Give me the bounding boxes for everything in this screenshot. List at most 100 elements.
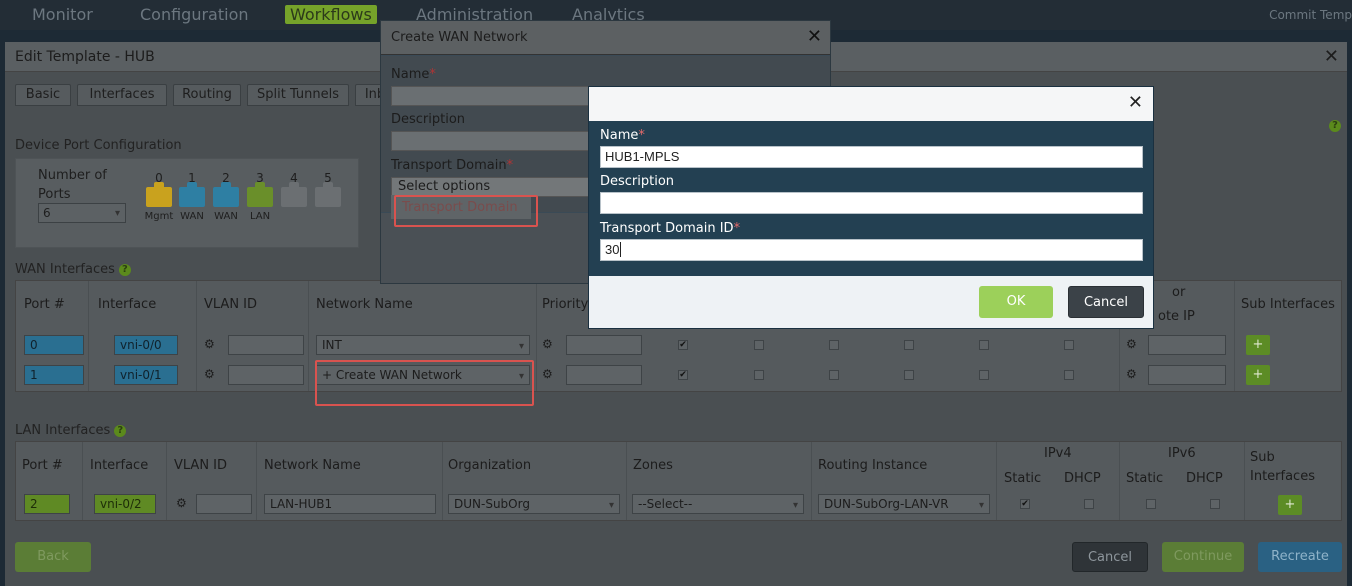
close-icon[interactable]: ✕ — [1324, 46, 1339, 67]
port-5[interactable]: 5 — [313, 171, 343, 207]
header-interface: Interface — [98, 297, 157, 312]
name-label: Name* — [600, 128, 645, 143]
nav-configuration[interactable]: Configuration — [140, 5, 249, 24]
checkbox[interactable] — [904, 370, 914, 380]
port-field[interactable]: 0 — [24, 335, 84, 355]
port-field[interactable]: 1 — [24, 365, 84, 385]
ethernet-port-icon — [315, 182, 341, 207]
description-input[interactable] — [600, 192, 1143, 214]
add-sub-interface-button[interactable]: + — [1246, 365, 1270, 385]
gear-icon[interactable]: ⚙ — [542, 367, 553, 381]
port-2[interactable]: 2 WAN — [211, 171, 241, 222]
checkbox[interactable]: ✔ — [678, 370, 688, 380]
header-port: Port # — [22, 458, 63, 473]
tab-interfaces[interactable]: Interfaces — [77, 84, 167, 106]
recreate-button[interactable]: Recreate — [1258, 542, 1342, 572]
port-field[interactable]: 2 — [24, 494, 70, 514]
checkbox[interactable] — [1084, 499, 1094, 509]
tab-routing[interactable]: Routing — [173, 84, 241, 106]
info-icon[interactable]: ? — [118, 264, 131, 276]
checkbox[interactable] — [829, 340, 839, 350]
close-icon[interactable]: ✕ — [807, 26, 822, 47]
device-port-title: Device Port Configuration — [15, 138, 182, 153]
header-remote-ip: ote IP — [1158, 309, 1195, 324]
vlan-id-input[interactable] — [196, 494, 252, 514]
transport-domain-label: Transport Domain* — [391, 158, 514, 173]
gear-icon[interactable]: ⚙ — [542, 337, 553, 351]
header-network-name: Network Name — [264, 458, 361, 473]
priority-input[interactable] — [566, 335, 642, 355]
network-name-input[interactable]: LAN-HUB1 — [264, 494, 436, 514]
port-0[interactable]: 0 Mgmt — [144, 171, 174, 222]
priority-input[interactable] — [566, 365, 642, 385]
close-icon[interactable]: ✕ — [1128, 92, 1143, 113]
ok-button[interactable]: OK — [979, 286, 1053, 318]
transport-domain-id-input[interactable]: 30 — [600, 239, 1143, 261]
nav-workflows[interactable]: Workflows — [285, 5, 377, 24]
interface-field[interactable]: vni-0/2 — [94, 494, 156, 514]
gear-icon[interactable]: ⚙ — [204, 367, 215, 381]
checkbox[interactable] — [1210, 499, 1220, 509]
number-of-ports-label: Number of Ports — [38, 168, 107, 202]
vlan-id-input[interactable] — [228, 365, 304, 385]
interface-field[interactable]: vni-0/1 — [114, 365, 178, 385]
gear-icon[interactable]: ⚙ — [1126, 337, 1137, 351]
ethernet-port-icon — [146, 182, 172, 207]
organization-select[interactable]: DUN-SubOrg ▾ — [448, 494, 620, 514]
port-1[interactable]: 1 WAN — [177, 171, 207, 222]
checkbox[interactable] — [754, 340, 764, 350]
chevron-down-icon: ▾ — [792, 500, 798, 511]
cancel-button[interactable]: Cancel — [1072, 542, 1148, 572]
number-of-ports-select[interactable]: 6 ▾ — [38, 203, 126, 223]
checkbox[interactable] — [1146, 499, 1156, 509]
back-button[interactable]: Back — [15, 542, 91, 572]
checkbox[interactable] — [904, 340, 914, 350]
gear-icon[interactable]: ⚙ — [1126, 367, 1137, 381]
ethernet-port-icon — [247, 182, 273, 207]
vlan-id-input[interactable] — [228, 335, 304, 355]
header-ipv6-static: Static — [1126, 471, 1164, 486]
tab-basic[interactable]: Basic — [15, 84, 71, 106]
gear-icon[interactable]: ⚙ — [204, 337, 215, 351]
checkbox[interactable] — [754, 370, 764, 380]
header-routing-instance: Routing Instance — [818, 458, 928, 473]
port-4[interactable]: 4 — [279, 171, 309, 207]
network-name-value: INT — [322, 338, 342, 352]
ethernet-port-icon — [281, 182, 307, 207]
commit-template-link[interactable]: Commit Temp — [1269, 8, 1352, 22]
checkbox[interactable] — [1064, 370, 1074, 380]
network-name-select[interactable]: INT ▾ — [316, 335, 530, 355]
edit-template-title: Edit Template - HUB — [15, 49, 155, 65]
header-ipv6: IPv6 — [1168, 446, 1196, 461]
remote-ip-input[interactable] — [1148, 365, 1226, 385]
port-3[interactable]: 3 LAN — [245, 171, 275, 222]
info-icon[interactable]: ? — [114, 425, 127, 437]
gear-icon[interactable]: ⚙ — [176, 496, 187, 510]
text-caret — [620, 242, 622, 257]
checkbox[interactable]: ✔ — [1020, 499, 1030, 509]
add-sub-interface-button[interactable]: + — [1278, 495, 1302, 515]
header-ipv6-dhcp: DHCP — [1186, 471, 1223, 486]
checkbox[interactable] — [979, 370, 989, 380]
interface-field[interactable]: vni-0/0 — [114, 335, 178, 355]
header-sub-interfaces: Sub Interfaces — [1250, 450, 1315, 484]
checkbox[interactable] — [1064, 340, 1074, 350]
description-label: Description — [600, 174, 675, 189]
header-ipv4-dhcp: DHCP — [1064, 471, 1101, 486]
continue-button[interactable]: Continue — [1162, 542, 1244, 572]
add-sub-interface-button[interactable]: + — [1246, 335, 1270, 355]
cancel-button[interactable]: Cancel — [1068, 286, 1144, 318]
routing-instance-select[interactable]: DUN-SubOrg-LAN-VR ▾ — [818, 494, 990, 514]
lan-interfaces-label: LAN Interfaces — [15, 423, 111, 438]
remote-ip-input[interactable] — [1148, 335, 1226, 355]
help-icon[interactable]: ? — [1329, 120, 1341, 132]
tab-split-tunnels[interactable]: Split Tunnels — [247, 84, 349, 106]
checkbox[interactable] — [979, 340, 989, 350]
checkbox[interactable] — [829, 370, 839, 380]
highlight-transport-domain — [394, 195, 538, 227]
zones-select[interactable]: --Select-- ▾ — [632, 494, 804, 514]
header-nat-or: or — [1172, 285, 1186, 300]
nav-monitor[interactable]: Monitor — [32, 5, 93, 24]
name-input[interactable]: HUB1-MPLS — [600, 146, 1143, 168]
checkbox[interactable]: ✔ — [678, 340, 688, 350]
